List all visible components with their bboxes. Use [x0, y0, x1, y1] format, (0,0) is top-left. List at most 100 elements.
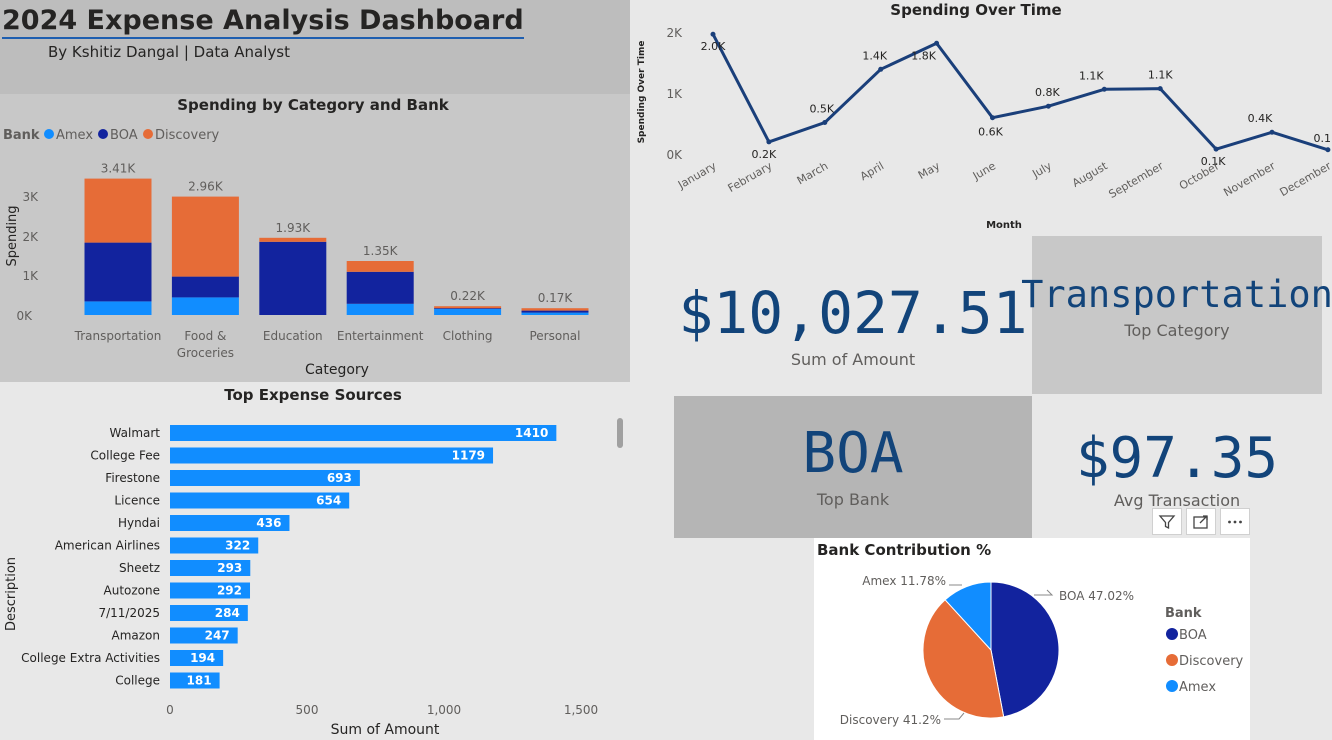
- sources-scrollbar[interactable]: [617, 418, 623, 448]
- bar-personal-boa[interactable]: [521, 310, 589, 313]
- source-label-firestone: Firestone: [105, 471, 160, 485]
- category-tick-personal: Personal: [529, 329, 580, 343]
- month-tick-august: August: [1070, 159, 1110, 190]
- point-label-february: 0.2K: [752, 148, 777, 161]
- focus-mode-button[interactable]: [1186, 508, 1216, 535]
- source-bar-walmart[interactable]: [170, 425, 557, 441]
- point-november[interactable]: [1269, 129, 1275, 135]
- point-june[interactable]: [990, 115, 995, 121]
- source-label-amazon: Amazon: [112, 629, 161, 643]
- pie-slice-boa[interactable]: [990, 581, 1060, 718]
- bar-clothing-amex[interactable]: [434, 309, 502, 315]
- pie-chart[interactable]: Bank Contribution % BOA 47.02% Amex 11.7…: [814, 538, 1250, 740]
- sources-y-axis-label: Description: [4, 557, 19, 631]
- category-legend[interactable]: Bank Amex BOA Discovery: [3, 128, 220, 143]
- legend-swatch-boa: [98, 129, 108, 139]
- bar-education-boa[interactable]: [259, 241, 327, 315]
- bar-personal-amex[interactable]: [521, 312, 589, 315]
- bar-transportation-discovery[interactable]: [84, 178, 152, 243]
- source-value-walmart: 1410: [515, 426, 548, 440]
- source-value-autozone: 292: [217, 584, 242, 598]
- month-tick-june: June: [970, 159, 998, 183]
- point-label-june: 0.6K: [978, 126, 1003, 139]
- month-tick-october: October: [1177, 159, 1222, 193]
- source-label-sheetz: Sheetz: [119, 561, 160, 575]
- spending-line[interactable]: [711, 33, 1329, 152]
- pie-chart-panel[interactable]: Bank Contribution % BOA 47.02% Amex 11.7…: [814, 538, 1250, 740]
- kpi-avg-label: Avg Transaction: [1113, 490, 1241, 510]
- source-bar-college-fee[interactable]: [170, 447, 494, 464]
- point-september[interactable]: [1157, 86, 1163, 92]
- bar-education-discovery[interactable]: [259, 237, 327, 242]
- pie-legend[interactable]: Bank BOA Discovery Amex: [1165, 606, 1244, 695]
- legend-swatch-amex: [44, 129, 54, 139]
- bar-food-groceries-amex[interactable]: [171, 297, 239, 315]
- pie-legend-title: Bank: [1165, 606, 1202, 621]
- source-value-licence: 654: [316, 494, 341, 508]
- point-march[interactable]: [822, 120, 828, 126]
- pie-slices[interactable]: [922, 581, 1060, 719]
- filter-button[interactable]: [1152, 508, 1182, 535]
- bar-entertainment-boa[interactable]: [346, 271, 414, 304]
- sources-bars[interactable]: Walmart 1410 College Fee 1179 Firestone 693 Li…: [21, 425, 557, 689]
- category-tick-entertainment: Entertainment: [337, 329, 424, 343]
- kpi-bank-value: BOA: [802, 420, 904, 486]
- category-bars[interactable]: 3.41K Transportation 2.96K Food & Groceries 1…: [74, 162, 589, 360]
- sources-chart-panel[interactable]: Top Expense Sources Description Walmart 1…: [0, 382, 630, 740]
- total-label-education: 1.93K: [276, 221, 312, 235]
- dashboard-title: 2024 Expense Analysis Dashboard: [2, 5, 524, 39]
- bar-entertainment-discovery[interactable]: [346, 261, 414, 272]
- bar-personal-discovery[interactable]: [521, 308, 589, 311]
- point-december[interactable]: [1325, 147, 1331, 153]
- point-july[interactable]: [1045, 103, 1051, 109]
- kpi-bank-card[interactable]: BOA Top Bank: [674, 396, 1032, 538]
- total-label-personal: 0.17K: [538, 291, 574, 305]
- point-january[interactable]: [710, 31, 716, 37]
- sources-chart[interactable]: Top Expense Sources Description Walmart 1…: [0, 382, 630, 740]
- category-chart[interactable]: Spending by Category and Bank Bank Amex …: [0, 94, 630, 382]
- point-may[interactable]: [934, 40, 940, 46]
- point-label-november: 0.4K: [1248, 112, 1273, 125]
- category-tick-transportation: Transportation: [74, 329, 162, 343]
- bar-food-groceries-discovery[interactable]: [171, 196, 239, 277]
- source-label-autozone: Autozone: [104, 584, 161, 598]
- point-label-december: 0.1K: [1314, 132, 1332, 145]
- kpi-bank-label: Top Bank: [816, 489, 890, 509]
- bar-transportation-boa[interactable]: [84, 242, 152, 302]
- source-label-college-fee: College Fee: [90, 449, 160, 463]
- time-y-tick-0k: 0K: [666, 148, 683, 162]
- x-tick-0: 0: [166, 703, 174, 717]
- time-series[interactable]: 2.0K January 0.2KFebruary 0.5K March 1.4K Apri…: [675, 31, 1332, 201]
- category-tick-clothing: Clothing: [443, 329, 493, 343]
- point-label-january: 2.0K: [701, 40, 726, 53]
- bar-entertainment-amex[interactable]: [346, 303, 414, 315]
- bar-clothing-boa[interactable]: [434, 308, 502, 309]
- sources-chart-title: Top Expense Sources: [224, 386, 402, 404]
- point-october[interactable]: [1213, 146, 1219, 152]
- y-tick-0k: 0K: [16, 309, 33, 323]
- more-options-button[interactable]: [1220, 508, 1250, 535]
- time-y-tick-1k: 1K: [666, 87, 683, 101]
- kpi-category-value: Transportation: [1021, 273, 1332, 316]
- kpi-sum-value: $10,027.51: [678, 278, 1028, 347]
- bar-transportation-amex[interactable]: [84, 301, 152, 315]
- legend-label-amex: Amex: [56, 128, 93, 143]
- pie-legend-label-amex: Amex: [1179, 680, 1216, 695]
- point-april[interactable]: [878, 66, 884, 72]
- legend-title: Bank: [3, 128, 40, 143]
- time-chart-panel[interactable]: Spending Over Time Spending Over Time 0K…: [630, 0, 1332, 236]
- time-chart-title: Spending Over Time: [890, 1, 1061, 19]
- kpi-category-card[interactable]: Transportation Top Category: [1021, 236, 1332, 394]
- time-chart[interactable]: Spending Over Time Spending Over Time 0K…: [630, 0, 1332, 236]
- source-value-7-11-2025: 284: [215, 606, 240, 620]
- kpi-sum-card[interactable]: $10,027.51 Sum of Amount: [674, 236, 1032, 394]
- bar-food-groceries-boa[interactable]: [171, 276, 239, 298]
- point-february[interactable]: [766, 139, 772, 145]
- source-label-7-11-2025: 7/11/2025: [98, 606, 160, 620]
- category-chart-panel[interactable]: Spending by Category and Bank Bank Amex …: [0, 94, 630, 382]
- month-tick-july: July: [1029, 159, 1054, 181]
- source-label-hyndai: Hyndai: [118, 516, 160, 530]
- source-value-sheetz: 293: [217, 561, 242, 575]
- bar-clothing-discovery[interactable]: [434, 306, 502, 309]
- point-august[interactable]: [1101, 86, 1107, 92]
